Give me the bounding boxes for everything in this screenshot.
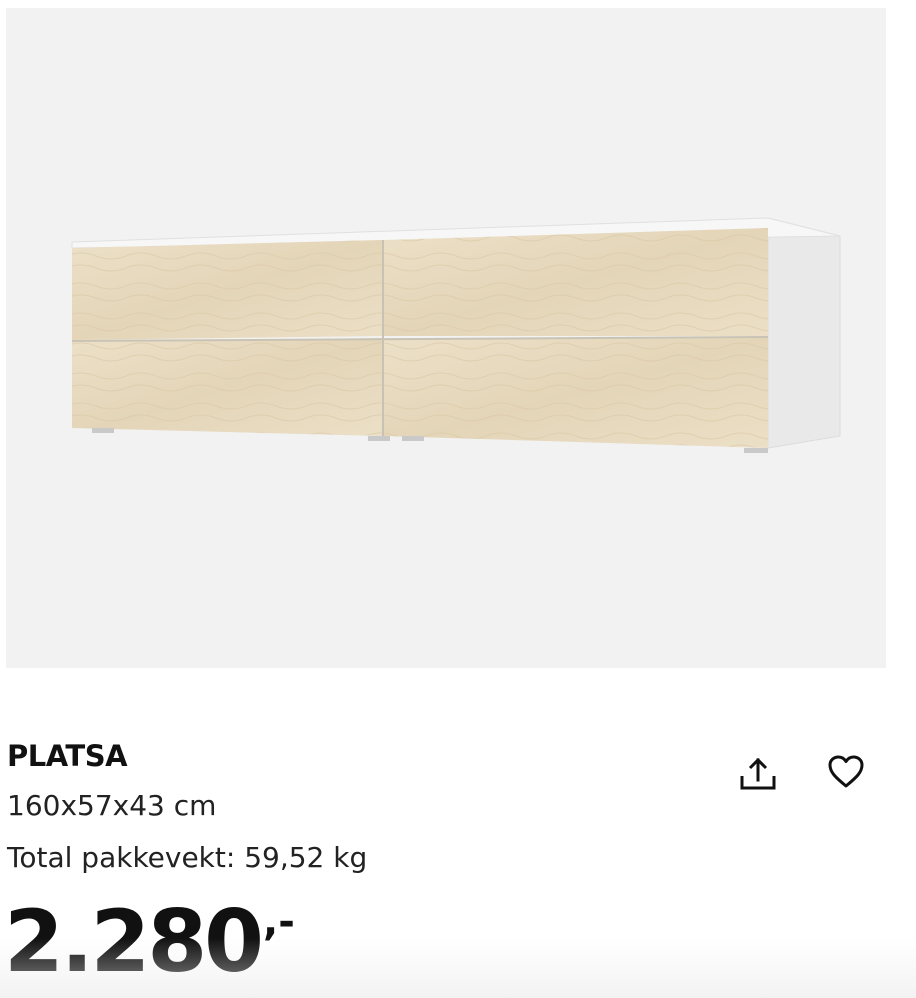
price-suffix: ,-	[263, 899, 295, 945]
share-button[interactable]	[734, 750, 782, 798]
price-integer: 2.280	[4, 892, 264, 992]
product-image[interactable]	[6, 8, 886, 668]
product-price: 2.280 ,-	[4, 892, 295, 992]
product-weight: Total pakkevekt: 59,52 kg	[7, 841, 368, 874]
product-name[interactable]: PLATSA	[7, 738, 128, 774]
drawer-top-left	[72, 240, 382, 340]
product-dimensions: 160x57x43 cm	[7, 789, 217, 822]
favorite-button[interactable]	[822, 748, 870, 796]
drawer-bottom-right	[384, 338, 768, 448]
drawer-bottom-left	[72, 338, 382, 436]
product-card: PLATSA 160x57x43 cm Total pakkevekt: 59,…	[0, 0, 916, 998]
drawer-top-right	[384, 228, 768, 336]
share-icon	[740, 757, 776, 790]
heart-icon	[828, 755, 864, 788]
chest-of-drawers-illustration	[71, 217, 841, 453]
